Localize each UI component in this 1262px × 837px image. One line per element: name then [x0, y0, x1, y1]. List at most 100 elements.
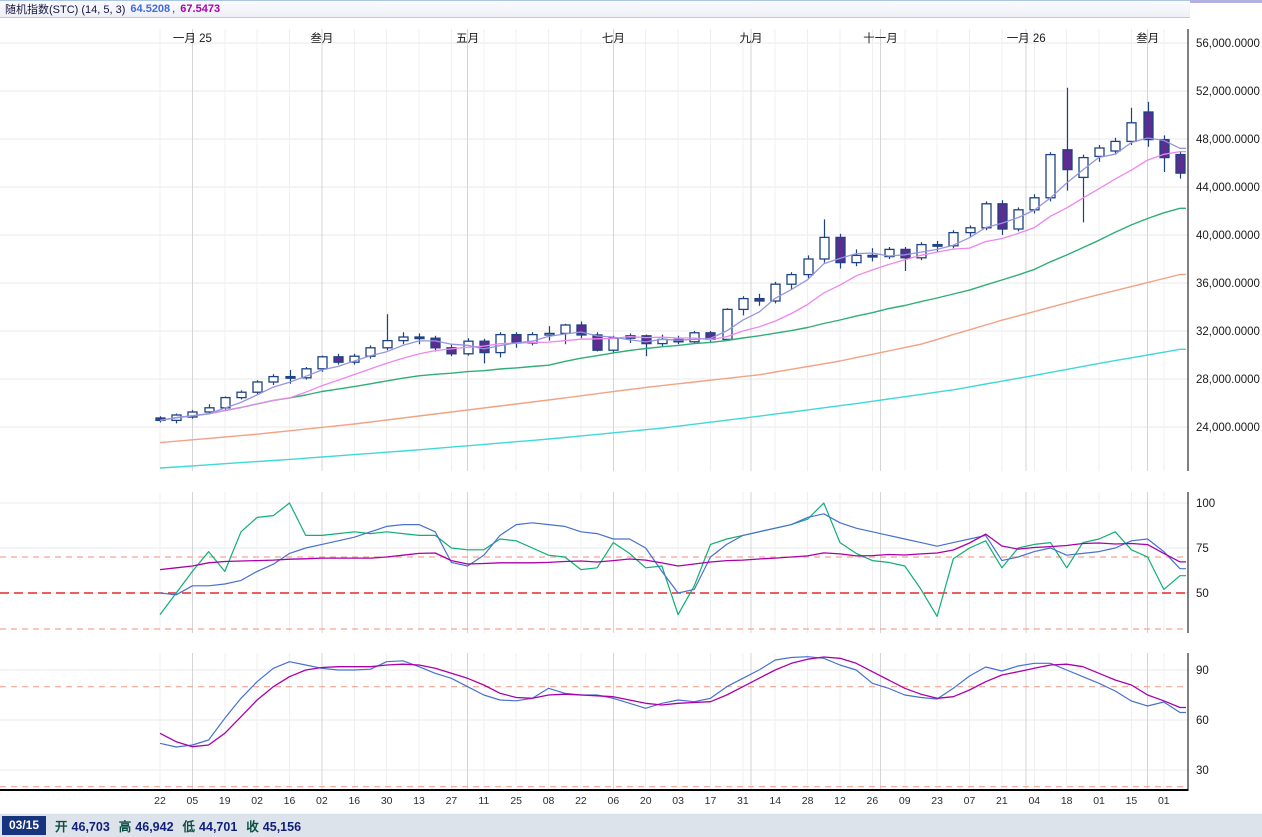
candle	[755, 294, 764, 306]
ohlc-label: 收	[246, 820, 259, 834]
candle	[528, 332, 537, 345]
candle	[480, 339, 489, 364]
x-axis-tick-label: 18	[1053, 795, 1081, 807]
rsi-y-axis: 100 75 50	[1188, 492, 1215, 633]
x-axis-tick-label: 16	[340, 795, 368, 807]
svg-text:52,000.0000: 52,000.0000	[1196, 86, 1260, 98]
candlesticks	[156, 88, 1185, 424]
x-axis-tick-label: 09	[891, 795, 919, 807]
candle	[885, 247, 894, 259]
x-axis-tick-label: 01	[1150, 795, 1178, 807]
candle	[739, 296, 748, 315]
svg-text:28,000.0000: 28,000.0000	[1196, 374, 1260, 386]
candle	[512, 332, 521, 348]
stc-panel-header[interactable]: 随机指数(STC) (14, 5, 3) 64.5208, 67.5473	[0, 0, 1190, 18]
x-axis-tick-label: 11	[470, 795, 498, 807]
candle	[350, 354, 359, 365]
x-axis-tick-label: 31	[729, 795, 757, 807]
rsi-chart-canvas[interactable]: 100 75 50	[0, 492, 1262, 633]
candle	[188, 410, 197, 418]
candle	[447, 344, 456, 356]
svg-text:32,000.0000: 32,000.0000	[1196, 326, 1260, 338]
rsi-lines	[160, 503, 1186, 616]
x-axis-tick-label: 07	[956, 795, 984, 807]
x-axis-tick-label: 14	[761, 795, 789, 807]
x-axis-tick-label: 01	[1085, 795, 1113, 807]
svg-text:七月: 七月	[602, 32, 625, 45]
svg-text:叁月: 叁月	[1136, 31, 1159, 45]
x-axis-tick-label: 20	[632, 795, 660, 807]
candle	[1079, 155, 1088, 223]
svg-text:48,000.0000: 48,000.0000	[1196, 134, 1260, 146]
ohlc-pair: 收 45,156	[246, 820, 301, 834]
candle	[269, 374, 278, 385]
x-axis-tick-label: 06	[599, 795, 627, 807]
x-axis-tick-label: 02	[308, 795, 336, 807]
candle	[1046, 152, 1055, 201]
ohlc-label: 开	[55, 820, 68, 834]
candle	[836, 234, 845, 269]
candle	[383, 314, 392, 350]
x-axis-tick-label: 17	[696, 795, 724, 807]
candle	[237, 390, 246, 399]
main-chart-canvas[interactable]: 56,000.0000 52,000.0000 48,000.0000 44,000.…	[0, 16, 1262, 471]
status-ohlc: 开46,703高46,942低44,701收45,156	[55, 816, 310, 835]
x-axis-tick-label: 02	[243, 795, 271, 807]
svg-text:36,000.0000: 36,000.0000	[1196, 278, 1260, 290]
candle	[1176, 152, 1185, 179]
candle	[626, 333, 635, 343]
chart-window: 简单移动平均线(SMA) (4, 9, 25, 50, 100) (4): 47…	[0, 0, 1262, 837]
x-axis-tick-label: 30	[373, 795, 401, 807]
x-axis-tick-label: 08	[535, 795, 563, 807]
indicator-value: 67.5473	[180, 3, 220, 15]
candle	[658, 335, 667, 347]
candle	[1014, 207, 1023, 231]
svg-text:75: 75	[1196, 543, 1209, 555]
ohlc-value: 44,701	[199, 820, 237, 834]
svg-text:90: 90	[1196, 665, 1209, 677]
x-axis-tick-label: 12	[826, 795, 854, 807]
main-y-axis: 56,000.0000 52,000.0000 48,000.0000 44,000.…	[1188, 29, 1260, 471]
candle	[804, 255, 813, 278]
x-axis-tick-label: 22	[146, 795, 174, 807]
svg-text:40,000.0000: 40,000.0000	[1196, 230, 1260, 242]
svg-text:60: 60	[1196, 715, 1209, 727]
x-axis-tick-label: 28	[794, 795, 822, 807]
svg-text:一月 25: 一月 25	[173, 33, 212, 45]
candle	[852, 249, 861, 266]
x-axis-labels: 2205190216021630132711250822062003173114…	[0, 791, 1262, 813]
rsi-gridlines	[0, 492, 1188, 633]
x-axis-tick-label: 13	[405, 795, 433, 807]
candle	[399, 332, 408, 344]
x-axis-tick-label: 27	[437, 795, 465, 807]
x-axis-tick-label: 16	[276, 795, 304, 807]
candle	[820, 219, 829, 262]
svg-text:叁月: 叁月	[310, 31, 333, 45]
ohlc-value: 45,156	[263, 820, 301, 834]
svg-text:五月: 五月	[456, 33, 479, 45]
svg-text:九月: 九月	[739, 32, 762, 45]
ohlc-pair: 开 46,703	[55, 820, 110, 834]
svg-text:一月 26: 一月 26	[1007, 33, 1046, 45]
stc-chart-canvas[interactable]: 90 60 30	[0, 653, 1262, 791]
indicator-value: 64.5208	[130, 3, 170, 15]
status-bar: 03/15 开46,703高46,942低44,701收45,156	[0, 813, 1262, 837]
svg-text:44,000.0000: 44,000.0000	[1196, 182, 1260, 194]
svg-text:100: 100	[1196, 498, 1215, 510]
stc-title: 随机指数(STC) (14, 5, 3)	[5, 1, 125, 17]
ohlc-value: 46,703	[72, 820, 110, 834]
main-gridlines	[0, 29, 1188, 471]
candle	[998, 200, 1007, 235]
svg-text:50: 50	[1196, 588, 1209, 600]
svg-text:56,000.0000: 56,000.0000	[1196, 38, 1260, 50]
x-axis-tick-label: 19	[211, 795, 239, 807]
ohlc-pair: 低44,701	[183, 820, 238, 834]
svg-text:30: 30	[1196, 765, 1209, 777]
svg-text:十一月: 十一月	[863, 31, 898, 45]
candle	[545, 326, 554, 340]
status-date-badge: 03/15	[2, 816, 46, 835]
x-axis-tick-label: 23	[923, 795, 951, 807]
candle	[431, 336, 440, 352]
x-axis-tick-label: 26	[858, 795, 886, 807]
x-axis-tick-label: 15	[1117, 795, 1145, 807]
